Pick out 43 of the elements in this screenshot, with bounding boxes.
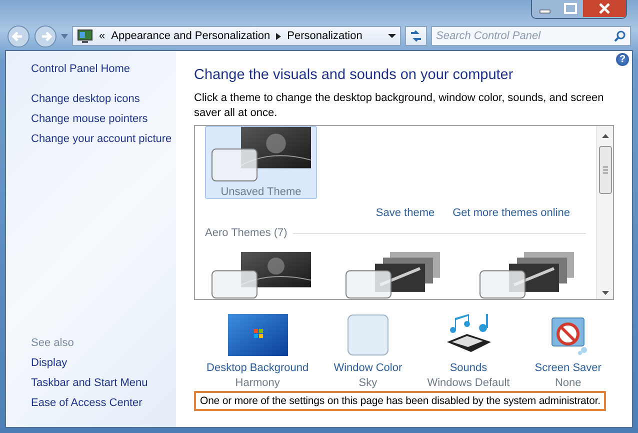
sidebar-link[interactable]: Change your account picture xyxy=(31,129,172,149)
setting-value: Harmony xyxy=(235,377,280,389)
search-icon[interactable] xyxy=(614,30,626,42)
setting-link[interactable]: Sounds xyxy=(450,362,488,374)
forward-button[interactable] xyxy=(34,24,57,48)
setting-link[interactable]: Window Color xyxy=(334,362,402,374)
search-field[interactable]: Search Control Panel xyxy=(431,26,631,46)
page-description: Click a theme to change the desktop background, window color, sounds, and screen saver all at once. xyxy=(194,91,605,121)
setting-link[interactable]: Desktop Background xyxy=(206,362,309,374)
sidebar-link[interactable]: Change mouse pointers xyxy=(31,109,148,129)
theme-link[interactable]: Save theme xyxy=(376,207,435,219)
sidebar-link[interactable]: Ease of Access Center xyxy=(31,393,142,413)
close-button[interactable] xyxy=(583,0,626,17)
sidebar-link[interactable]: Display xyxy=(31,353,68,373)
setting-value: Windows Default xyxy=(427,377,510,389)
theme-link[interactable]: Get more themes online xyxy=(452,207,570,219)
setting-value: None xyxy=(554,377,582,389)
sidebar-link[interactable]: Change desktop icons xyxy=(31,89,140,109)
refresh-icon xyxy=(409,30,423,42)
scroll-down-icon[interactable] xyxy=(602,291,608,295)
back-button[interactable] xyxy=(7,24,30,48)
scroll-up-icon[interactable] xyxy=(602,134,608,138)
theme-tile[interactable]: Unsaved Theme xyxy=(205,126,317,199)
group-heading: Aero Themes (7) xyxy=(205,227,288,239)
sidebar-link[interactable]: Control Panel Home xyxy=(31,59,130,79)
help-button[interactable]: ? xyxy=(616,53,629,66)
window-color-icon xyxy=(346,314,389,356)
control-panel-icon xyxy=(77,28,93,44)
breadcrumb[interactable]: Appearance and Personalization xyxy=(111,30,270,42)
breadcrumb-overflow[interactable]: « xyxy=(99,30,106,42)
sidebar-link[interactable]: Taskbar and Start Menu xyxy=(31,373,148,393)
breadcrumb[interactable]: Personalization xyxy=(287,30,362,42)
scroll-thumb[interactable] xyxy=(598,146,612,194)
admin-notice: One or more of the settings on this page has been disabled by the system administrator. xyxy=(194,391,606,411)
refresh-button[interactable] xyxy=(405,26,427,46)
desktop-background-icon xyxy=(228,314,288,356)
minimize-button[interactable] xyxy=(532,0,558,17)
see-also-heading: See also xyxy=(31,336,74,351)
setting-link[interactable]: Screen Saver xyxy=(534,362,602,374)
scrollbar[interactable] xyxy=(596,126,613,299)
page-heading: Change the visuals and sounds on your computer xyxy=(194,67,514,83)
setting-value: Sky xyxy=(358,377,378,389)
chevron-icon xyxy=(276,32,282,40)
